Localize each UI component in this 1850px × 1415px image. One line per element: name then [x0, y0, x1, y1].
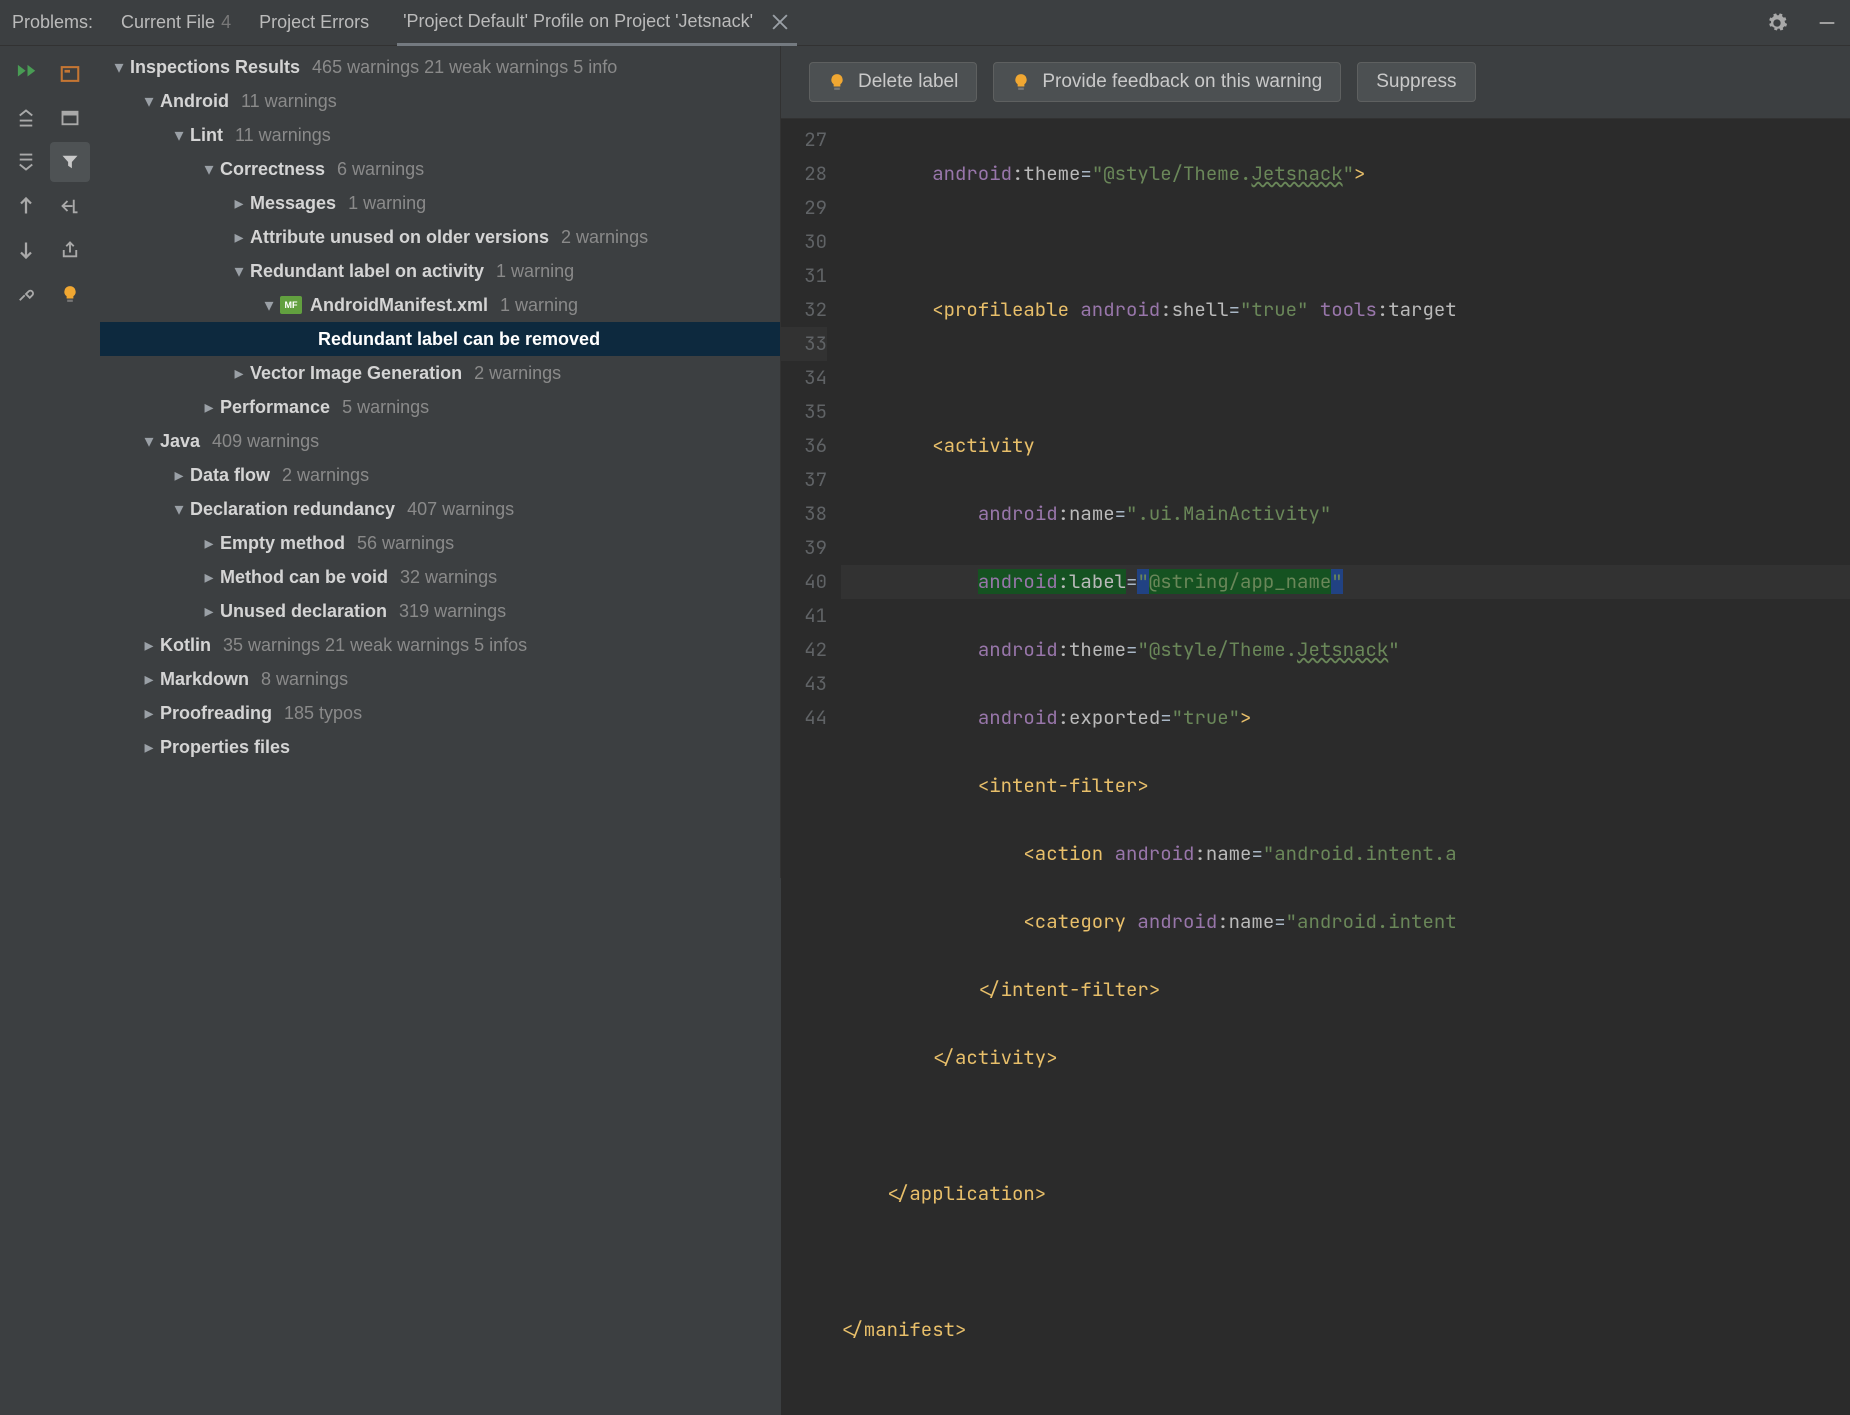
tree-lint[interactable]: ▾Lint11 warnings — [100, 118, 780, 152]
next-icon[interactable] — [6, 230, 46, 270]
tree-manifest-file[interactable]: ▾MFAndroidManifest.xml1 warning — [100, 288, 780, 322]
code-preview[interactable]: 272829303132333435363738394041424344 and… — [781, 119, 1850, 1415]
code-body[interactable]: android:theme="@style/Theme.Jetsnack"> <… — [841, 119, 1850, 1415]
tree-java[interactable]: ▾Java409 warnings — [100, 424, 780, 458]
scope-icon[interactable] — [50, 54, 90, 94]
bulb-icon — [828, 73, 846, 91]
gear-icon[interactable] — [1766, 12, 1788, 34]
tab-current-file[interactable]: Current File4 — [121, 12, 231, 33]
tree-attr-unused[interactable]: ▸Attribute unused on older versions2 war… — [100, 220, 780, 254]
problems-toolbar — [0, 46, 100, 878]
close-icon[interactable] — [769, 11, 791, 33]
group-by-icon[interactable] — [50, 98, 90, 138]
tree-vector[interactable]: ▸Vector Image Generation2 warnings — [100, 356, 780, 390]
tree-redundant-label[interactable]: ▾Redundant label on activity1 warning — [100, 254, 780, 288]
feedback-button[interactable]: Provide feedback on this warning — [993, 62, 1341, 102]
export-icon[interactable] — [50, 230, 90, 270]
previous-icon[interactable] — [6, 186, 46, 226]
rerun-icon[interactable] — [6, 54, 46, 94]
tree-performance[interactable]: ▸Performance5 warnings — [100, 390, 780, 424]
bulb-icon — [1012, 73, 1030, 91]
tab-project-errors[interactable]: Project Errors — [259, 12, 369, 33]
tree-messages[interactable]: ▸Messages1 warning — [100, 186, 780, 220]
tree-dataflow[interactable]: ▸Data flow2 warnings — [100, 458, 780, 492]
tab-profile-jetsnack[interactable]: 'Project Default' Profile on Project 'Je… — [397, 0, 797, 46]
intention-bulb-icon[interactable] — [50, 274, 90, 314]
tree-correctness[interactable]: ▾Correctness6 warnings — [100, 152, 780, 186]
tree-proofreading[interactable]: ▸Proofreading185 typos — [100, 696, 780, 730]
quickfix-toolbar: Delete label Provide feedback on this wa… — [781, 46, 1850, 119]
tree-selected-issue[interactable]: Redundant label can be removed — [100, 322, 780, 356]
tree-markdown[interactable]: ▸Markdown8 warnings — [100, 662, 780, 696]
tree-properties[interactable]: ▸Properties files — [100, 730, 780, 764]
problems-title: Problems: — [12, 12, 93, 33]
tree-android[interactable]: ▾Android11 warnings — [100, 84, 780, 118]
filter-icon[interactable] — [50, 142, 90, 182]
suppress-button[interactable]: Suppress — [1357, 62, 1475, 102]
minimize-icon[interactable] — [1816, 12, 1838, 34]
autoscroll-icon[interactable] — [50, 186, 90, 226]
line-gutter: 272829303132333435363738394041424344 — [781, 119, 841, 1415]
problems-topbar: Problems: Current File4 Project Errors '… — [0, 0, 1850, 46]
xml-file-icon: MF — [280, 296, 302, 314]
issue-detail-pane: Delete label Provide feedback on this wa… — [780, 46, 1850, 878]
expand-all-icon[interactable] — [6, 98, 46, 138]
tree-kotlin[interactable]: ▸Kotlin35 warnings 21 weak warnings 5 in… — [100, 628, 780, 662]
tree-empty-method[interactable]: ▸Empty method56 warnings — [100, 526, 780, 560]
delete-label-button[interactable]: Delete label — [809, 62, 977, 102]
inspections-tree[interactable]: ▾Inspections Results465 warnings 21 weak… — [100, 46, 780, 878]
tree-void-method[interactable]: ▸Method can be void32 warnings — [100, 560, 780, 594]
tree-decl-redundancy[interactable]: ▾Declaration redundancy407 warnings — [100, 492, 780, 526]
collapse-all-icon[interactable] — [6, 142, 46, 182]
settings-icon[interactable] — [6, 274, 46, 314]
tree-unused-decl[interactable]: ▸Unused declaration319 warnings — [100, 594, 780, 628]
tree-root[interactable]: ▾Inspections Results465 warnings 21 weak… — [100, 50, 780, 84]
